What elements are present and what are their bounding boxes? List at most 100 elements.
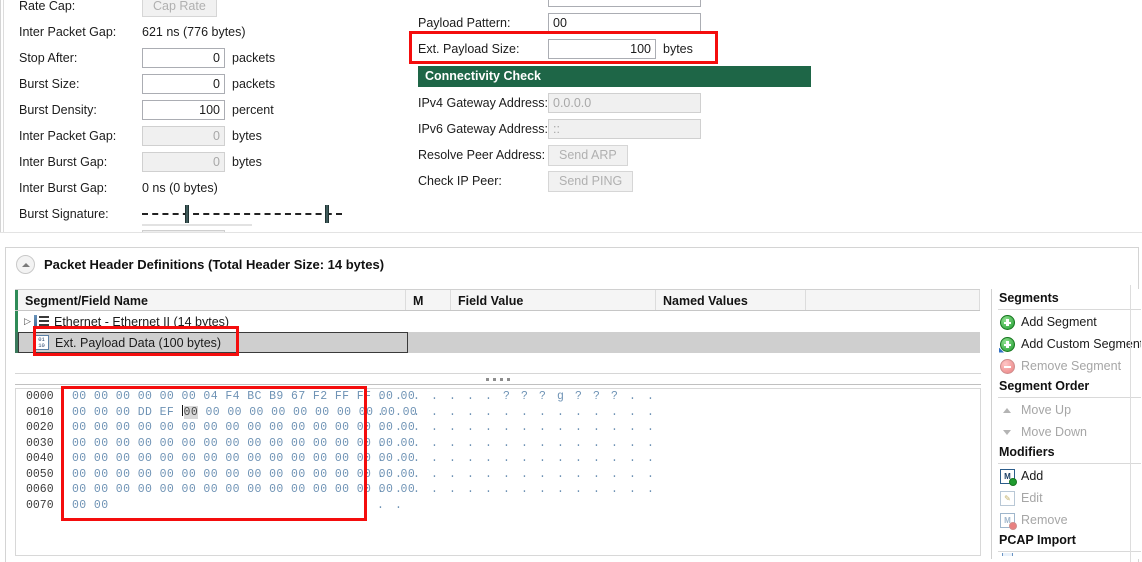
hex-offset: 0000 [26,390,54,404]
column-header-named-values[interactable]: Named Values [656,290,806,310]
hex-bytes[interactable]: 00 00 00 00 00 00 00 00 00 00 00 00 00 0… [63,437,415,450]
stream-settings-panel: Rate Cap: Cap Rate Inter Packet Gap: 621… [0,0,1142,232]
label-burst-size: Burst Size: [19,77,80,91]
label-inter-packet-gap-ns: Inter Packet Gap: [19,25,117,39]
column-header-field-value[interactable]: Field Value [451,290,656,310]
add-circle-icon [1000,314,1015,330]
sidebar-item-move-down[interactable]: Move Down [998,421,1141,443]
hex-bytes[interactable]: 00 00 00 00 00 00 04 F4 BC B9 67 F2 FF F… [63,390,415,403]
sidebar-item-modifier-remove[interactable]: M Remove [998,509,1141,531]
hex-offset: 0010 [26,405,54,419]
table-row[interactable]: ▷ Ethernet - Ethernet II (14 bytes) [15,311,980,332]
send-arp-button[interactable]: Send ARP [548,144,628,166]
unit-burst-density: percent [232,103,274,117]
sidebar-item-add-custom-segment[interactable]: Add Custom Segment [998,333,1141,355]
hex-dump-view[interactable]: 0000 00 00 00 00 00 00 04 F4 BC B9 67 F2… [15,388,981,556]
sidebar-item-label: Remove [1021,513,1068,527]
value-inter-burst-gap-ns: 0 ns (0 bytes) [142,181,218,195]
sidebar-group-title-modifiers: Modifiers [998,443,1141,464]
splitter-grip-dots [486,377,510,381]
modifier-remove-icon: M [1000,512,1017,530]
ipv6-gateway-input[interactable]: :: [548,119,701,139]
hex-row: 0030 00 00 00 00 00 00 00 00 00 00 00 00… [16,436,980,452]
sidebar-item-label: Remove Segment [1021,359,1122,373]
unit-burst-size: packets [232,77,276,91]
table-header-row: Segment/Field Name M Field Value Named V… [15,289,980,311]
sidebar-item-label: Add Custom Segment [1021,337,1141,351]
ipv4-gateway-input[interactable]: 0.0.0.0 [548,93,701,113]
actions-sidebar: Segments Add Segment Add Custom Segment … [991,289,1141,559]
burst-size-input[interactable]: 0 [142,74,225,94]
hex-row: 0020 00 00 00 00 00 00 00 00 00 00 00 00… [16,420,980,436]
hex-byte-selected[interactable]: 00 [183,406,199,420]
burst-density-input[interactable]: 100 [142,100,225,120]
sidebar-group-title-segment-order: Segment Order [998,377,1141,398]
column-header-spacer[interactable] [806,290,980,310]
hex-bytes-with-cursor[interactable]: 00 00 00 DD EF 00 00 00 00 00 00 00 00 0… [63,405,417,420]
pcap-file-icon [1000,553,1015,559]
field-row-check-ip-peer: Check IP Peer: Send PING [418,168,838,194]
hex-ascii: . . . . . . . . . . . . . . . . [377,421,657,435]
field-row-inter-packet-gap-ns: Inter Packet Gap: 621 ns (776 bytes) [19,19,399,45]
sidebar-item-add-segment[interactable]: Add Segment [998,311,1141,333]
field-row-partial-top [418,0,838,10]
column-header-segment-field-name[interactable]: Segment/Field Name [15,290,406,310]
sidebar-group-title-segments: Segments [998,289,1141,310]
packet-header-definitions-title-bar: Packet Header Definitions (Total Header … [6,248,1138,280]
partial-top-input[interactable] [548,0,701,7]
sidebar-item-remove-segment[interactable]: Remove Segment [998,355,1141,377]
expand-triangle-icon[interactable]: ▷ [21,316,34,327]
field-row-burst-size: Burst Size: 0 packets [19,71,399,97]
hex-offset: 0070 [26,498,54,512]
row-rest-cells-ext-payload [406,332,980,353]
burst-signature-graphic [142,203,342,226]
payload-pattern-input[interactable]: 00 [548,13,701,33]
column-header-m[interactable]: M [406,290,451,310]
sidebar-item-modifier-edit[interactable]: ✎ Edit [998,487,1141,509]
label-resolve-peer: Resolve Peer Address: [418,148,546,162]
sidebar-item-label: Add [1021,469,1044,483]
hex-bytes[interactable]: 00 00 00 00 00 00 00 00 00 00 00 00 00 0… [63,468,415,481]
hex-ascii: . . . . . . . . . . . . . . . . [377,405,657,419]
field-row-ipv6-gateway: IPv6 Gateway Address: :: [418,116,838,142]
hex-bytes-pre: 00 00 00 DD EF [72,406,182,420]
send-ping-button[interactable]: Send PING [548,170,634,192]
modifier-add-icon: M [1000,468,1017,486]
inter-burst-gap-bytes-input[interactable]: 0 [142,152,225,172]
sidebar-item-move-up[interactable]: Move Up [998,399,1141,421]
hex-row: 0010 00 00 00 DD EF 00 00 00 00 00 00 00… [16,405,980,421]
hex-bytes[interactable]: 00 00 [63,499,355,512]
arrow-up-icon [1000,403,1015,418]
field-row-ext-payload-size: Ext. Payload Size: 100 bytes [418,36,838,62]
hex-bytes[interactable]: 00 00 00 00 00 00 00 00 00 00 00 00 00 0… [63,483,415,496]
hex-offset: 0030 [26,436,54,450]
label-stop-after: Stop After: [19,51,78,65]
horizontal-splitter[interactable] [15,373,981,385]
sidebar-item-label: Edit [1021,491,1043,505]
stop-after-input[interactable]: 0 [142,48,225,68]
field-row-rate-cap: Rate Cap: Cap Rate [19,0,399,19]
inter-packet-gap-bytes-input[interactable]: 0 [142,126,225,146]
row-name-cell-ethernet[interactable]: ▷ Ethernet - Ethernet II (14 bytes) [15,311,406,332]
packet-header-definitions-panel: Packet Header Definitions (Total Header … [5,247,1141,562]
signature-dash-line [142,213,342,215]
ext-payload-size-input[interactable]: 100 [548,39,656,59]
sidebar-item-modifier-add[interactable]: M Add [998,465,1141,487]
cap-rate-button[interactable]: Cap Rate [142,0,217,17]
collapse-panel-button[interactable] [16,254,35,274]
hex-ascii: . . . . . . . . . . . . . . . . [377,452,657,466]
sidebar-right-border [1130,285,1131,562]
value-inter-packet-gap-ns: 621 ns (776 bytes) [142,25,246,39]
modifier-edit-icon: ✎ [1000,490,1015,506]
label-inter-packet-gap-bytes: Inter Packet Gap: [19,129,117,143]
hex-row: 0000 00 00 00 00 00 00 04 F4 BC B9 67 F2… [16,389,980,405]
label-rate-cap: Rate Cap: [19,0,76,13]
sidebar-item-pcap-import-partial[interactable] [998,553,1141,559]
row-label-ethernet: Ethernet - Ethernet II (14 bytes) [54,314,230,329]
hex-offset: 0020 [26,421,54,435]
hex-offset: 0060 [26,483,54,497]
hex-bytes[interactable]: 00 00 00 00 00 00 00 00 00 00 00 00 00 0… [63,421,415,434]
hex-bytes[interactable]: 00 00 00 00 00 00 00 00 00 00 00 00 00 0… [63,452,415,465]
label-ext-payload-size: Ext. Payload Size: [418,42,520,56]
field-row-stop-after: Stop After: 0 packets [19,45,399,71]
